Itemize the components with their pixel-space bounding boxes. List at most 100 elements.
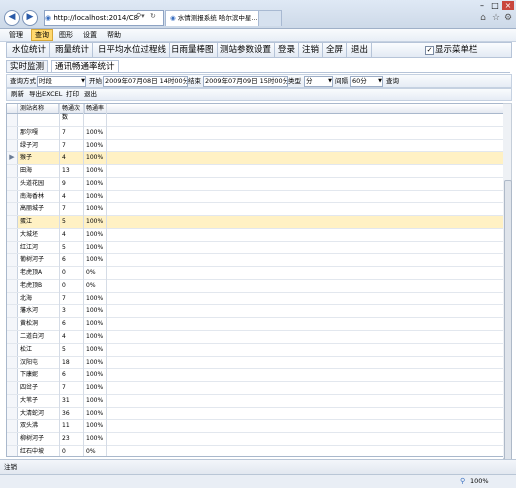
- table-row[interactable]: 红石中坡 0 0%: [7, 445, 504, 456]
- exit-button[interactable]: 退出: [348, 43, 373, 57]
- table-row[interactable]: 北海 7 100%: [7, 292, 504, 306]
- rainfall-stats-button[interactable]: 雨量统计: [52, 43, 94, 57]
- row-indicator[interactable]: [7, 254, 18, 267]
- interval-select[interactable]: 60分 ▼: [350, 76, 383, 87]
- table-row[interactable]: 松江 5 100%: [7, 343, 504, 357]
- menu-settings[interactable]: 设置: [80, 29, 100, 41]
- table-row[interactable]: 葡树河子 6 100%: [7, 254, 504, 268]
- row-indicator[interactable]: [7, 190, 18, 203]
- table-row[interactable]: 下康妮 6 100%: [7, 369, 504, 383]
- row-indicator[interactable]: [7, 382, 18, 394]
- browser-tab-active[interactable]: ◉ 水情测报系统 哈尔滨中星...: [165, 10, 261, 26]
- row-indicator[interactable]: ▶: [7, 152, 18, 165]
- column-header-rate[interactable]: 畅通率: [84, 104, 107, 113]
- row-indicator[interactable]: [7, 343, 18, 356]
- daily-rainfall-bar-button[interactable]: 日雨量棒图: [168, 43, 218, 57]
- close-icon[interactable]: ×: [502, 1, 514, 10]
- row-indicator[interactable]: [7, 139, 18, 152]
- row-indicator[interactable]: [7, 114, 18, 126]
- table-row[interactable]: 四岔子 7 100%: [7, 382, 504, 395]
- row-indicator[interactable]: [7, 126, 18, 139]
- row-indicator[interactable]: [7, 228, 18, 241]
- row-indicator[interactable]: [7, 318, 18, 331]
- favorites-icon[interactable]: ☆: [491, 13, 501, 23]
- table-row[interactable]: 头道花园 9 100%: [7, 177, 504, 191]
- table-row[interactable]: [7, 114, 504, 127]
- row-indicator[interactable]: [7, 279, 18, 292]
- table-row[interactable]: 柳树河子 23 100%: [7, 433, 504, 446]
- row-indicator[interactable]: [7, 369, 18, 382]
- new-tab-button[interactable]: [258, 10, 282, 26]
- show-menubar-checkbox[interactable]: ✓: [425, 46, 434, 55]
- menu-query[interactable]: 查询: [31, 29, 53, 41]
- refresh-icon[interactable]: ↻: [150, 12, 156, 20]
- zoom-level[interactable]: 100%: [470, 475, 489, 488]
- table-row[interactable]: 高丽城子 7 100%: [7, 203, 504, 217]
- row-indicator[interactable]: [7, 305, 18, 318]
- table-row[interactable]: 黄松洞 6 100%: [7, 318, 504, 332]
- table-row[interactable]: ▶ 猴子 4 100%: [7, 152, 504, 166]
- row-indicator[interactable]: [7, 445, 18, 456]
- maximize-icon[interactable]: □: [489, 1, 501, 10]
- menu-manage[interactable]: 管理: [6, 29, 26, 41]
- daily-avg-water-level-button[interactable]: 日平均水位过程线: [95, 43, 171, 57]
- row-indicator[interactable]: [7, 356, 18, 369]
- station-params-button[interactable]: 测站参数设置: [217, 43, 276, 57]
- row-indicator[interactable]: [7, 216, 18, 228]
- type-select[interactable]: 分 ▼: [304, 76, 333, 87]
- login-button[interactable]: 登录: [275, 43, 300, 57]
- menu-help[interactable]: 帮助: [104, 29, 124, 41]
- end-datetime-input[interactable]: 2009年07月09日 15时00分: [203, 76, 288, 87]
- search-icon[interactable]: ⚲▾: [136, 12, 145, 20]
- table-row[interactable]: 田海 13 100%: [7, 165, 504, 178]
- row-indicator[interactable]: [7, 433, 18, 445]
- show-menubar-label: 显示菜单栏: [435, 45, 478, 55]
- query-button[interactable]: 查询: [386, 75, 399, 87]
- table-row[interactable]: 绿子河 7 100%: [7, 139, 504, 153]
- table-row[interactable]: 那尔嘎 7 100%: [7, 126, 504, 140]
- row-indicator[interactable]: [7, 177, 18, 190]
- row-indicator[interactable]: [7, 394, 18, 407]
- table-row[interactable]: 大苇子 31 100%: [7, 394, 504, 408]
- table-row[interactable]: 老虎顶A 0 0%: [7, 267, 504, 280]
- fullscreen-button[interactable]: 全屏: [323, 43, 348, 57]
- row-indicator[interactable]: [7, 407, 18, 420]
- row-indicator[interactable]: [7, 165, 18, 177]
- table-row[interactable]: 南海香林 4 100%: [7, 190, 504, 204]
- print-button[interactable]: 打印: [64, 89, 81, 100]
- exit-action-button[interactable]: 退出: [82, 89, 99, 100]
- row-indicator[interactable]: [7, 420, 18, 433]
- forward-icon[interactable]: ▶: [22, 10, 38, 26]
- logout-button[interactable]: 注销: [299, 43, 324, 57]
- row-indicator[interactable]: [7, 267, 18, 279]
- tools-icon[interactable]: ⚙: [503, 13, 513, 23]
- rate-cell: 100%: [86, 396, 104, 404]
- table-row[interactable]: 大清蛇河 36 100%: [7, 407, 504, 421]
- address-bar[interactable]: ◉ http://localhost:2014/C8: [44, 10, 164, 26]
- menu-graph[interactable]: 图形: [56, 29, 76, 41]
- column-header-station[interactable]: 测站名称: [18, 104, 59, 113]
- scrollbar-thumb[interactable]: [504, 180, 512, 482]
- table-row[interactable]: 双头沸 11 100%: [7, 420, 504, 434]
- row-indicator[interactable]: [7, 241, 18, 254]
- back-icon[interactable]: ◀: [4, 10, 20, 26]
- rate-cell: 100%: [86, 167, 104, 175]
- export-excel-button[interactable]: 导出EXCEL: [27, 89, 64, 100]
- table-row[interactable]: 红江河 5 100%: [7, 241, 504, 255]
- row-indicator[interactable]: [7, 331, 18, 343]
- table-row[interactable]: 老虎顶B 0 0%: [7, 279, 504, 293]
- row-indicator[interactable]: [7, 292, 18, 305]
- mode-select[interactable]: 时段 ▼: [37, 76, 86, 87]
- table-row[interactable]: 藩水河 3 100%: [7, 305, 504, 319]
- home-icon[interactable]: ⌂: [478, 13, 488, 23]
- table-row[interactable]: 汉阳屯 18 100%: [7, 356, 504, 370]
- column-header-count[interactable]: 畅通次数: [60, 104, 85, 121]
- table-row[interactable]: 蛋江 5 100%: [7, 216, 504, 229]
- water-level-stats-button[interactable]: 水位统计: [9, 43, 51, 57]
- refresh-button[interactable]: 刷新: [9, 89, 26, 100]
- start-datetime-input[interactable]: 2009年07月08日 14时00分: [103, 76, 188, 87]
- table-row[interactable]: 大城坯 4 100%: [7, 228, 504, 242]
- row-indicator[interactable]: [7, 203, 18, 216]
- table-row[interactable]: 二道白河 4 100%: [7, 331, 504, 344]
- minimize-icon[interactable]: –: [476, 1, 488, 10]
